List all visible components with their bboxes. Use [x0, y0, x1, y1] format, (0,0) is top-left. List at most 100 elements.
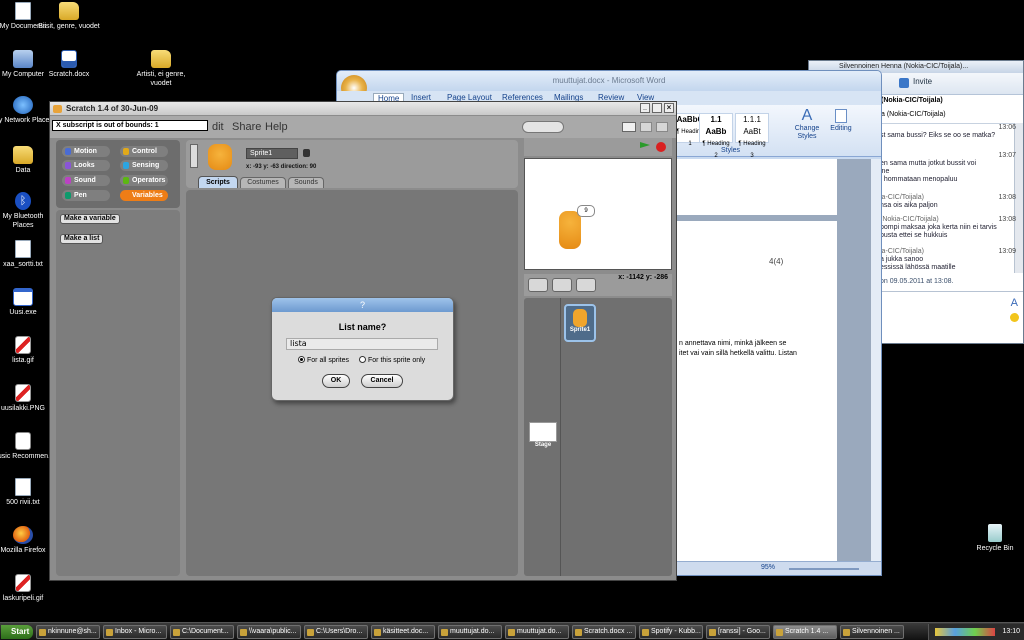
- category-control[interactable]: Control: [120, 146, 168, 157]
- taskbar-item[interactable]: muuttujat.do...: [505, 625, 569, 639]
- taskbar-item[interactable]: [ranssi] - Goo...: [706, 625, 770, 639]
- scratch-app-icon: [53, 105, 62, 113]
- editing-button[interactable]: Editing: [825, 107, 857, 133]
- tab-scripts[interactable]: Scripts: [198, 176, 238, 188]
- cancel-button[interactable]: Cancel: [361, 374, 403, 388]
- desktop-icon-laskuripeli[interactable]: laskuripeli.gif: [0, 574, 54, 603]
- stop-icon[interactable]: [656, 142, 666, 152]
- taskbar: Start nkinnune@sh... Inbox - Micro... C:\D…: [0, 622, 1024, 640]
- chat-message-5: ia-CIC/Toijala) 13:09 a jukka sanoo essissä…: [880, 248, 1016, 271]
- sprite-name-field[interactable]: Sprite1: [246, 148, 298, 159]
- mouse-coordinates: x: -1142 y: -286: [618, 274, 668, 281]
- list-name-input[interactable]: lista: [286, 338, 438, 350]
- tab-costumes[interactable]: Costumes: [240, 177, 286, 188]
- taskbar-item[interactable]: Scratch 1.4 ...: [773, 625, 837, 639]
- menu-share[interactable]: Share: [232, 121, 261, 133]
- desktop-icon-uusilakki[interactable]: uusilakki.PNG: [0, 384, 54, 413]
- start-button[interactable]: Start: [1, 625, 33, 639]
- firefox-icon: [13, 526, 33, 544]
- app-icon: [39, 629, 46, 636]
- desktop-icon-xaa-sortti[interactable]: xaa_sortti.txt: [0, 240, 54, 269]
- desktop-icon-bluetooth[interactable]: ᛒ My Bluetooth Places: [0, 192, 54, 230]
- invite-button[interactable]: Invite: [913, 77, 932, 86]
- looks-color-icon: [65, 162, 71, 169]
- sprite-on-stage[interactable]: [559, 211, 581, 249]
- taskbar-item[interactable]: käsitteet.doc...: [371, 625, 435, 639]
- desktop-icon-network[interactable]: My Network Places: [0, 96, 54, 125]
- green-flag-icon[interactable]: [640, 142, 650, 148]
- category-variables[interactable]: Variables: [120, 190, 168, 201]
- document-text-line-2: itet vai vain sillä hetkellä valittu. Li…: [679, 350, 797, 357]
- desktop-icon-data[interactable]: Data: [0, 146, 54, 175]
- taskbar-item[interactable]: \\vaara\public...: [237, 625, 301, 639]
- zoom-slider[interactable]: [789, 568, 859, 570]
- taskbar-item[interactable]: Spotify - Kubb...: [639, 625, 703, 639]
- taskbar-item[interactable]: Scratch.docx ...: [572, 625, 636, 639]
- chat-message-2: 13:07 en sama mutta jotkut bussit voi jne t…: [880, 152, 1016, 183]
- dialog-titlebar[interactable]: ?: [272, 298, 453, 312]
- category-motion[interactable]: Motion: [62, 146, 110, 157]
- menu-help[interactable]: Help: [265, 121, 288, 133]
- invite-icon: [899, 78, 909, 88]
- tool-buttons[interactable]: [522, 121, 564, 133]
- motion-color-icon: [65, 148, 71, 155]
- radio-for-this-sprite[interactable]: For this sprite only: [359, 356, 425, 365]
- rotation-style-icon[interactable]: [190, 144, 198, 168]
- taskbar-item[interactable]: Silvennoinen ...: [840, 625, 904, 639]
- block-categories: Motion Control Looks Sensing Sound Opera…: [56, 140, 180, 208]
- desktop-icon-500-rivii[interactable]: 500 rivii.txt: [0, 478, 54, 507]
- clock[interactable]: 13:10: [1002, 628, 1020, 635]
- presentation-mode-icon[interactable]: [656, 122, 668, 132]
- desktop-icon-firefox[interactable]: Mozilla Firefox: [0, 526, 54, 555]
- font-icon[interactable]: A: [1011, 297, 1018, 309]
- category-pen[interactable]: Pen: [62, 190, 110, 201]
- desktop-icon-biisit[interactable]: Biisit, genre, vuodet: [38, 2, 100, 31]
- category-sound[interactable]: Sound: [62, 175, 110, 186]
- make-variable-button[interactable]: Make a variable: [60, 214, 120, 224]
- category-sensing[interactable]: Sensing: [120, 160, 168, 171]
- style-heading-3[interactable]: 1.1.1 AaBt ¶ Heading 3: [735, 113, 769, 159]
- word-vertical-scrollbar[interactable]: [871, 159, 881, 561]
- stage-layout-normal-icon[interactable]: [622, 122, 636, 132]
- zoom-level[interactable]: 95%: [761, 564, 775, 571]
- make-list-button[interactable]: Make a list: [60, 234, 104, 244]
- radio-selected-icon: [298, 356, 305, 363]
- desktop-icon-uusi-exe[interactable]: Uusi.exe: [0, 288, 54, 317]
- stage-toolbar: [524, 138, 672, 156]
- desktop-icon-recycle-bin[interactable]: Recycle Bin: [964, 524, 1024, 553]
- app-icon: [240, 629, 247, 636]
- change-styles-button[interactable]: A Change Styles: [791, 107, 823, 141]
- scratch-titlebar[interactable]: Scratch 1.4 of 30-Jun-09 _ ×: [50, 102, 676, 115]
- tray-icons[interactable]: [935, 628, 995, 636]
- app-icon: [173, 629, 180, 636]
- desktop-icon-music[interactable]: Music Recommen...: [0, 432, 54, 461]
- taskbar-item[interactable]: C:\Users\Dro...: [304, 625, 368, 639]
- taskbar-item[interactable]: C:\Document...: [170, 625, 234, 639]
- ok-button[interactable]: OK: [322, 374, 350, 388]
- chat-input[interactable]: [881, 291, 1023, 343]
- menu-edit[interactable]: dit: [212, 121, 224, 133]
- close-icon[interactable]: X: [56, 122, 63, 129]
- desktop-icon-lista-gif[interactable]: lista.gif: [0, 336, 54, 365]
- style-heading-2[interactable]: 1.1 AaBb ¶ Heading 2: [699, 113, 733, 159]
- stage[interactable]: 9: [524, 158, 672, 270]
- taskbar-item[interactable]: nkinnune@sh...: [36, 625, 100, 639]
- app-icon: [575, 629, 582, 636]
- word-titlebar[interactable]: muuttujat.docx - Microsoft Word: [337, 71, 881, 91]
- category-looks[interactable]: Looks: [62, 160, 110, 171]
- desktop-icon-scratch-docx[interactable]: Scratch.docx: [38, 50, 100, 79]
- close-button[interactable]: ×: [664, 103, 674, 113]
- stage-layout-small-icon[interactable]: [640, 122, 652, 132]
- desktop-icon-artisti[interactable]: Artisti, ei genre, vuodet: [130, 50, 192, 88]
- stage-tile[interactable]: Stage: [526, 422, 560, 450]
- sprite-tile[interactable]: Sprite1: [564, 304, 596, 342]
- minimize-button[interactable]: _: [640, 103, 650, 113]
- taskbar-item[interactable]: muuttujat.do...: [438, 625, 502, 639]
- maximize-button[interactable]: [652, 103, 662, 113]
- category-operators[interactable]: Operators: [120, 175, 168, 186]
- lock-icon[interactable]: [303, 149, 310, 157]
- tab-sounds[interactable]: Sounds: [288, 177, 324, 188]
- taskbar-item[interactable]: Inbox - Micro...: [103, 625, 167, 639]
- emoticon-icon[interactable]: [1010, 313, 1019, 322]
- radio-for-all-sprites[interactable]: For all sprites: [298, 356, 349, 365]
